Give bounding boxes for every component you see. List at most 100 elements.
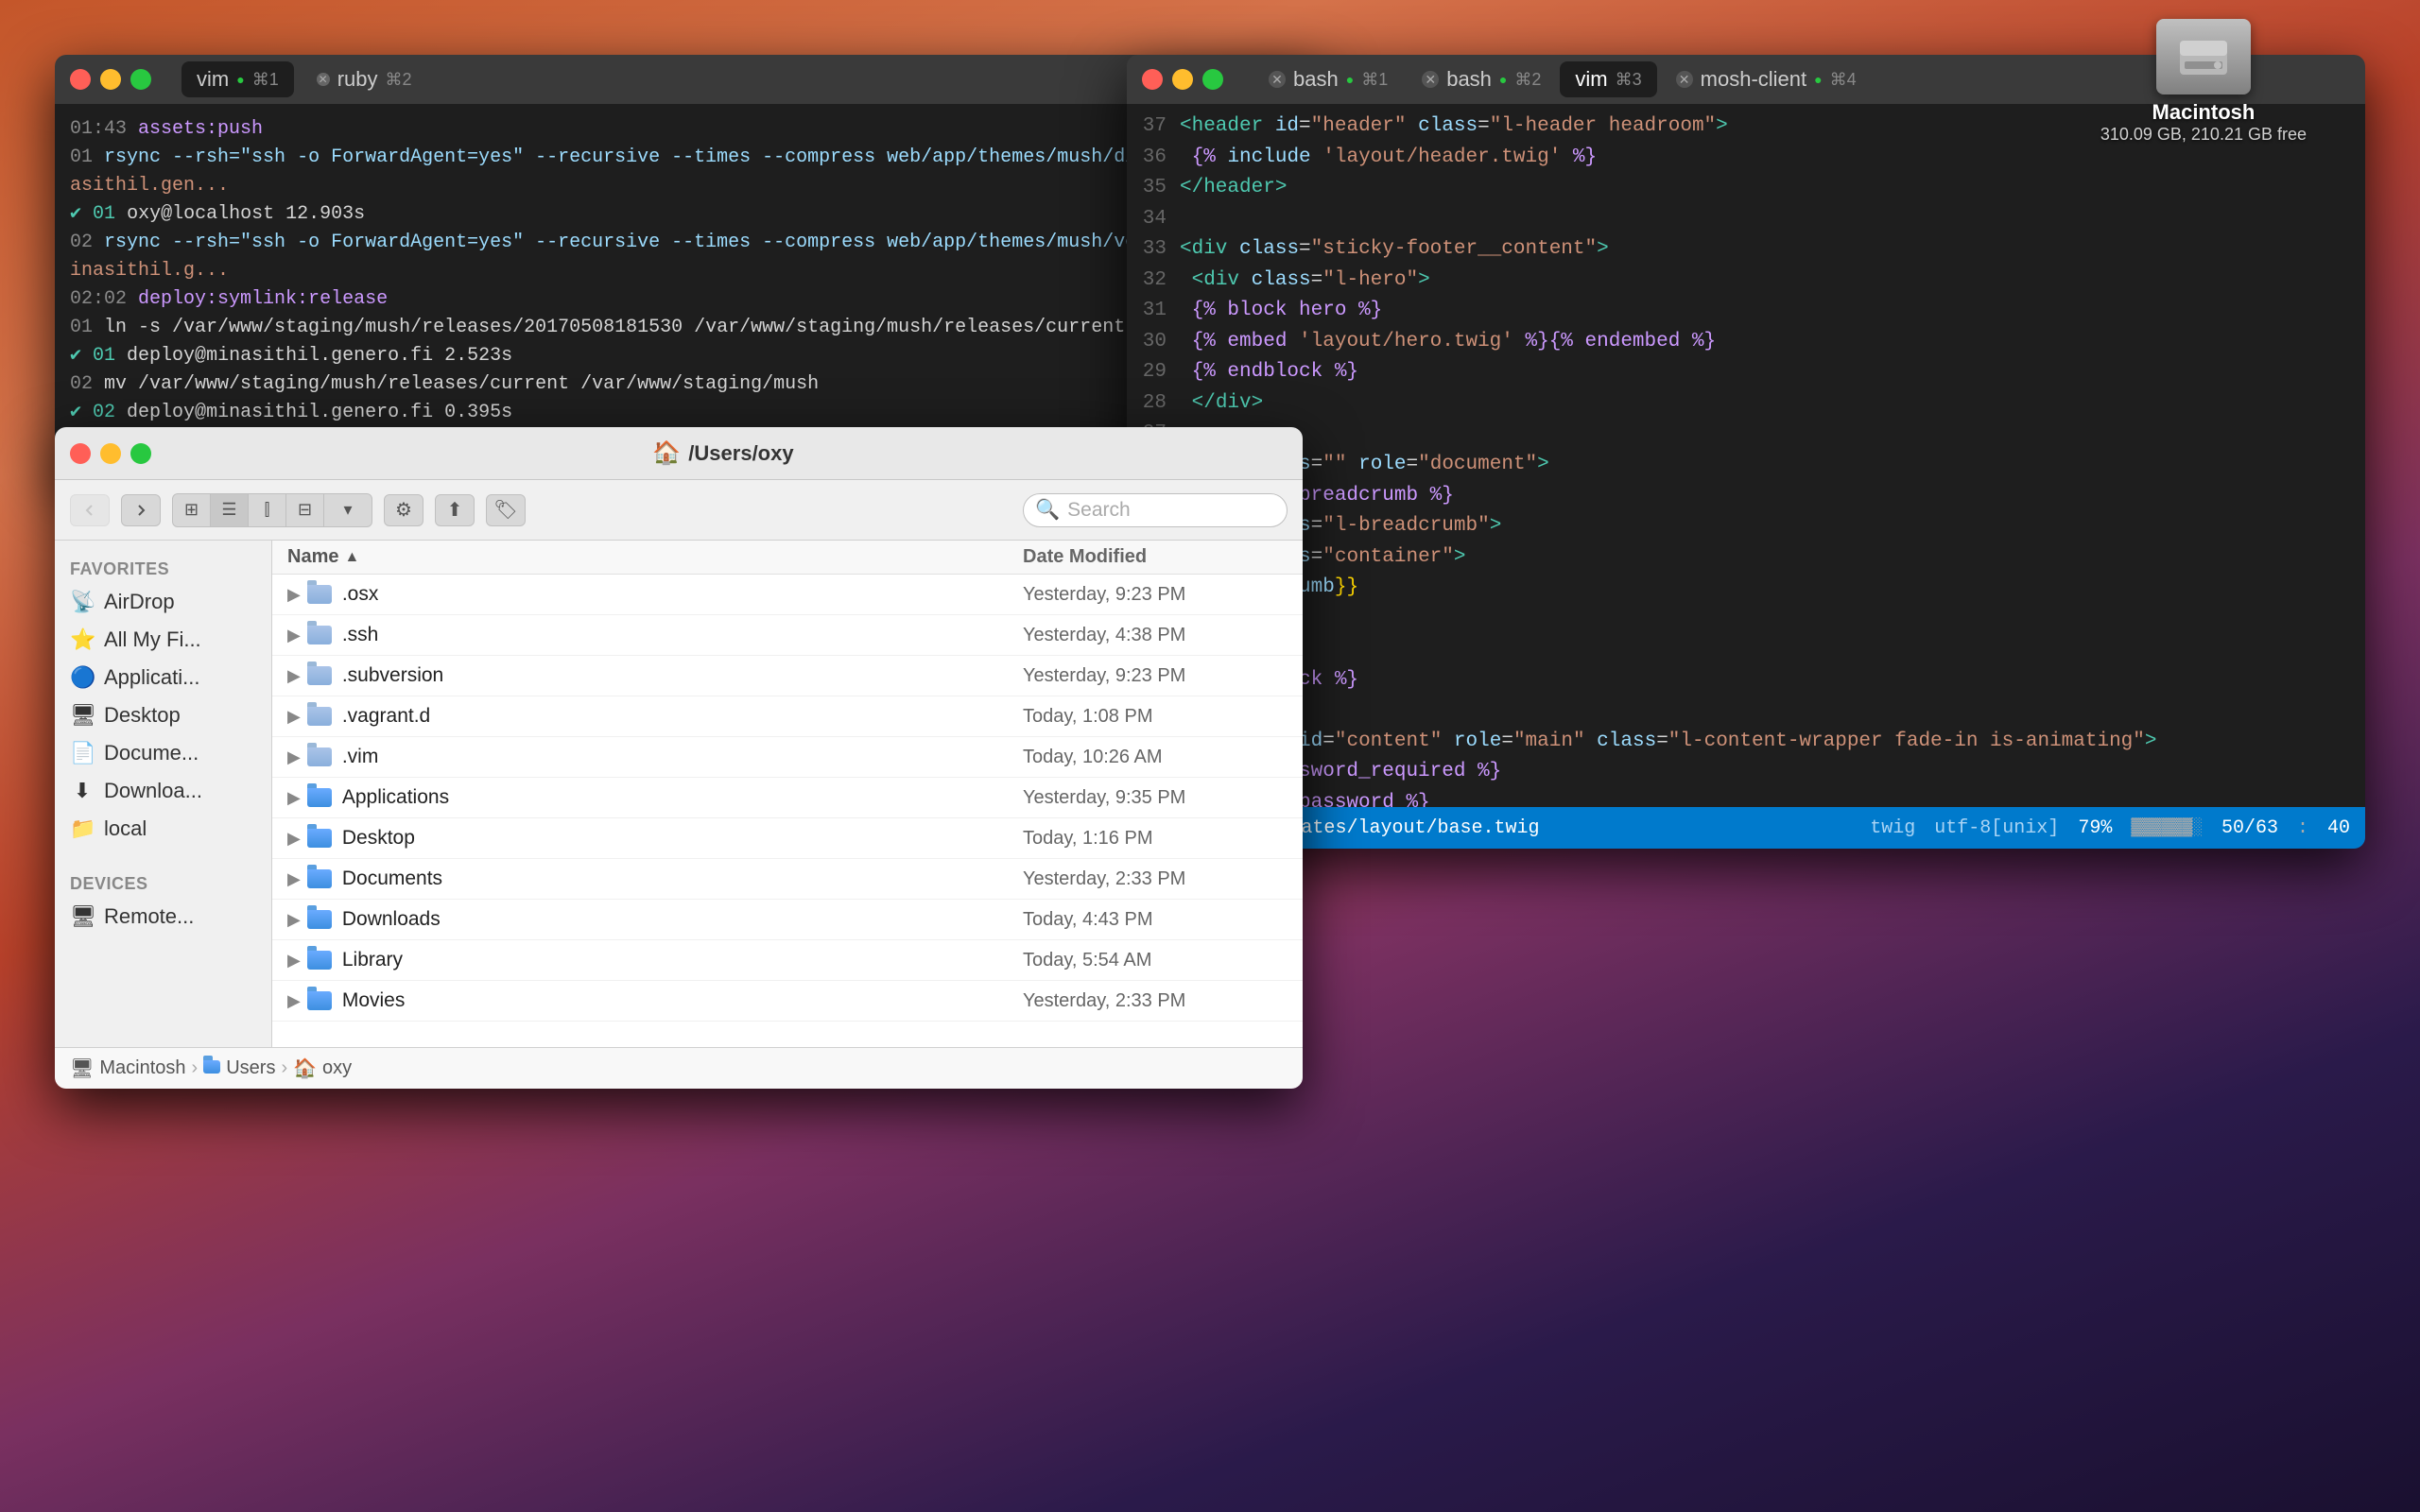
vim-editor[interactable]: 37<header id="header" class="l-header he…: [1127, 104, 2365, 807]
downloads-icon: ⬇: [70, 779, 95, 803]
sidebar-item-all-my-files[interactable]: ⭐ All My Fi...: [55, 621, 271, 659]
sidebar-item-local[interactable]: 📁 local: [55, 810, 271, 848]
sidebar-item-airdrop[interactable]: 📡 AirDrop: [55, 583, 271, 621]
expand-arrow-documents[interactable]: ▶: [287, 869, 301, 889]
close-button[interactable]: [70, 69, 91, 90]
expand-arrow-ssh[interactable]: ▶: [287, 626, 301, 645]
file-date-desktop: Today, 1:16 PM: [1023, 828, 1288, 850]
bash-maximize-button[interactable]: [1202, 69, 1223, 90]
expand-arrow-desktop[interactable]: ▶: [287, 829, 301, 849]
vim-line-30: 30 {% embed 'layout/hero.twig' %}{% ende…: [1127, 327, 2365, 358]
file-name-subversion: ▶ .subversion: [287, 662, 1023, 689]
list-view-button[interactable]: ☰: [211, 494, 249, 526]
file-row-desktop[interactable]: ▶ Desktop Today, 1:16 PM: [272, 818, 1303, 859]
file-label-movies: Movies: [342, 989, 406, 1012]
back-button[interactable]: [70, 494, 110, 526]
tab-bash2-close[interactable]: ✕: [1422, 71, 1439, 88]
bash-minimize-button[interactable]: [1172, 69, 1193, 90]
file-row-osx[interactable]: ▶ .osx Yesterday, 9:23 PM: [272, 575, 1303, 615]
file-row-vim[interactable]: ▶ .vim Today, 10:26 AM: [272, 737, 1303, 778]
maximize-button[interactable]: [130, 69, 151, 90]
file-label-documents: Documents: [342, 868, 442, 890]
file-row-library[interactable]: ▶ Library Today, 5:54 AM: [272, 940, 1303, 981]
gallery-view-button[interactable]: ⊟: [286, 494, 324, 526]
expand-arrow-library[interactable]: ▶: [287, 951, 301, 971]
expand-arrow-applications[interactable]: ▶: [287, 788, 301, 808]
sidebar-applications-label: Applicati...: [104, 665, 200, 690]
tab-bash-1[interactable]: ✕ bash ● ⌘1: [1253, 61, 1403, 97]
bash-close-button[interactable]: [1142, 69, 1163, 90]
tab-vim[interactable]: vim ● ⌘1: [182, 61, 294, 97]
file-row-documents[interactable]: ▶ Documents Yesterday, 2:33 PM: [272, 859, 1303, 900]
file-row-movies[interactable]: ▶ Movies Yesterday, 2:33 PM: [272, 981, 1303, 1022]
finder-window-title: 🏠 /Users/oxy: [159, 439, 1288, 467]
sidebar-local-label: local: [104, 816, 147, 841]
action-button[interactable]: ⚙: [384, 494, 424, 526]
sidebar-item-documents[interactable]: 📄 Docume...: [55, 734, 271, 772]
vim-position: 50/63: [2221, 817, 2278, 839]
disk-icon-area[interactable]: Macintosh 310.09 GB, 210.21 GB free: [2100, 19, 2307, 145]
sidebar-item-applications[interactable]: 🔵 Applicati...: [55, 659, 271, 696]
expand-arrow-osx[interactable]: ▶: [287, 585, 301, 605]
sidebar-item-remote[interactable]: 🖥 Remote...: [55, 898, 271, 936]
file-name-library: ▶ Library: [287, 947, 1023, 973]
minimize-button[interactable]: [100, 69, 121, 90]
tab-ruby[interactable]: ✕ ruby ⌘2: [302, 61, 427, 97]
view-options-button[interactable]: ▾: [324, 494, 372, 526]
vim-line-20: 20 </div>: [1127, 634, 2365, 665]
breadcrumb-oxy[interactable]: 🏠 oxy: [293, 1057, 352, 1080]
tab-vim-bash[interactable]: vim ⌘3: [1560, 61, 1656, 97]
tab-mosh-close[interactable]: ✕: [1676, 71, 1693, 88]
forward-button[interactable]: [121, 494, 161, 526]
file-row-vagrantd[interactable]: ▶ .vagrant.d Today, 1:08 PM: [272, 696, 1303, 737]
finder-search[interactable]: 🔍 Search: [1023, 493, 1288, 527]
tab-ruby-close[interactable]: ✕: [317, 73, 330, 86]
expand-arrow-vim[interactable]: ▶: [287, 747, 301, 767]
icon-view-button[interactable]: ⊞: [173, 494, 211, 526]
disk-drive-icon: [2156, 19, 2251, 94]
sidebar-airdrop-label: AirDrop: [104, 590, 175, 614]
column-view-button[interactable]: ⫿: [249, 494, 286, 526]
file-date-ssh: Yesterday, 4:38 PM: [1023, 625, 1288, 646]
file-row-ssh[interactable]: ▶ .ssh Yesterday, 4:38 PM: [272, 615, 1303, 656]
finder-close-button[interactable]: [70, 443, 91, 464]
tags-button[interactable]: 🏷: [486, 494, 526, 526]
local-icon: 📁: [70, 816, 95, 841]
finder-minimize-button[interactable]: [100, 443, 121, 464]
date-column-header[interactable]: Date Modified: [1023, 546, 1288, 568]
tab-mosh[interactable]: ✕ mosh-client ● ⌘4: [1661, 61, 1872, 97]
term-line-3: asithil.gen...: [70, 172, 1306, 200]
folder-icon-ssh: [306, 622, 333, 648]
expand-arrow-movies[interactable]: ▶: [287, 991, 301, 1011]
disk-name: Macintosh: [2100, 100, 2307, 125]
file-row-downloads[interactable]: ▶ Downloads Today, 4:43 PM: [272, 900, 1303, 940]
name-col-label: Name: [287, 546, 338, 568]
all-files-icon: ⭐: [70, 627, 95, 652]
expand-arrow-downloads[interactable]: ▶: [287, 910, 301, 930]
name-column-header[interactable]: Name ▲: [287, 546, 1023, 568]
expand-arrow-subversion[interactable]: ▶: [287, 666, 301, 686]
breadcrumb-macintosh[interactable]: 🖥 Macintosh: [70, 1057, 186, 1080]
sidebar-item-desktop[interactable]: 🖥 Desktop: [55, 696, 271, 734]
view-buttons: ⊞ ☰ ⫿ ⊟ ▾: [172, 493, 372, 527]
tab-vim-bash-shortcut: ⌘3: [1616, 70, 1642, 90]
tab-bash1-close[interactable]: ✕: [1269, 71, 1286, 88]
vim-filetype: twig: [1870, 817, 1915, 839]
share-button[interactable]: ⬆: [435, 494, 475, 526]
file-name-ssh: ▶ .ssh: [287, 622, 1023, 648]
folder-icon-applications: [306, 784, 333, 811]
file-date-osx: Yesterday, 9:23 PM: [1023, 584, 1288, 606]
tab-ruby-label: ruby: [337, 67, 378, 92]
term-line-9: ✔ 01 deploy@minasithil.genero.fi 2.523s: [70, 342, 1306, 370]
sidebar-item-downloads[interactable]: ⬇ Downloa...: [55, 772, 271, 810]
favorites-header: Favorites: [55, 552, 271, 583]
expand-arrow-vagrantd[interactable]: ▶: [287, 707, 301, 727]
finder-maximize-button[interactable]: [130, 443, 151, 464]
breadcrumb-users[interactable]: Users: [203, 1057, 275, 1079]
desktop-icon: 🖥: [70, 703, 95, 728]
breadcrumb-oxy-label: oxy: [322, 1057, 352, 1079]
file-row-applications[interactable]: ▶ Applications Yesterday, 9:35 PM: [272, 778, 1303, 818]
file-row-subversion[interactable]: ▶ .subversion Yesterday, 9:23 PM: [272, 656, 1303, 696]
vim-line-15: 15 {% block password %}: [1127, 788, 2365, 807]
tab-bash-2[interactable]: ✕ bash ● ⌘2: [1407, 61, 1556, 97]
